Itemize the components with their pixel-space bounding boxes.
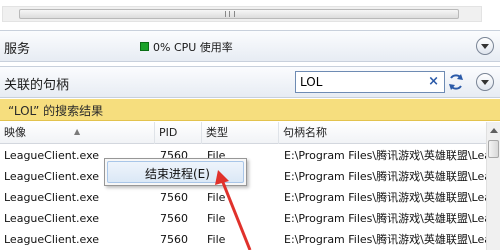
clear-search-icon[interactable]: × <box>428 74 439 89</box>
resource-monitor-window: 服务 0% CPU 使用率 关联的句柄 LOL × “LOL” 的搜索结果 映像… <box>0 0 500 250</box>
cell-type: File <box>207 191 226 204</box>
end-process-menu-item[interactable]: 结束进程(E) <box>107 161 244 183</box>
column-header-handle-name[interactable]: 句柄名称 <box>279 122 486 144</box>
column-header-type[interactable]: 类型 <box>202 122 279 144</box>
cell-handle-name: E:\Program Files\腾讯游戏\英雄联盟\League <box>284 149 486 162</box>
table-header: 映像 ▲ PID 类型 句柄名称 <box>0 122 486 144</box>
grip-icon <box>225 11 235 17</box>
context-menu: 结束进程(E) <box>104 158 247 186</box>
handle-search-input[interactable]: LOL × <box>295 71 445 93</box>
horizontal-scrollbar[interactable] <box>2 6 482 22</box>
table-row[interactable]: LeagueClient.exe 7560 File E:\Program Fi… <box>0 229 486 250</box>
cell-image: LeagueClient.exe <box>4 191 100 204</box>
cell-pid: 7560 <box>160 233 188 246</box>
cpu-usage-indicator-icon <box>140 42 149 51</box>
horizontal-scrollbar-thumb[interactable] <box>19 9 459 19</box>
vertical-scrollbar[interactable] <box>486 122 500 250</box>
column-label: 映像 <box>4 126 26 139</box>
cell-handle-name: E:\Program Files\腾讯游戏\英雄联盟\League <box>284 233 486 246</box>
cell-handle-name: E:\Program Files\腾讯游戏\英雄联盟\League <box>284 212 486 225</box>
cell-handle-name: E:\Program Files\腾讯游戏\英雄联盟\League <box>284 191 486 204</box>
search-results-banner: “LOL” 的搜索结果 <box>0 99 500 121</box>
cell-pid: 7560 <box>160 212 188 225</box>
table-row[interactable]: LeagueClient.exe 7560 File E:\Program Fi… <box>0 208 486 229</box>
top-strip <box>0 0 500 28</box>
column-header-pid[interactable]: PID <box>155 122 202 144</box>
services-title: 服务 <box>4 42 31 57</box>
cpu-usage-label: 0% CPU 使用率 <box>153 41 233 54</box>
cell-image: LeagueClient.exe <box>4 212 100 225</box>
search-refresh-icon[interactable] <box>447 72 465 92</box>
cell-pid: 7560 <box>160 191 188 204</box>
sort-ascending-icon: ▲ <box>74 127 81 136</box>
end-process-label: 结束进程(E) <box>145 167 210 181</box>
cell-handle-name: E:\Program Files\腾讯游戏\英雄联盟\League <box>284 170 486 183</box>
column-header-image[interactable]: 映像 ▲ <box>0 122 155 144</box>
handles-section-header[interactable]: 关联的句柄 LOL × <box>0 66 500 98</box>
services-section-header[interactable]: 服务 0% CPU 使用率 <box>0 30 500 62</box>
search-results-text: “LOL” 的搜索结果 <box>8 104 104 118</box>
vertical-scrollbar-thumb[interactable] <box>488 140 499 158</box>
column-label: 类型 <box>206 126 228 139</box>
handles-title: 关联的句柄 <box>4 78 70 93</box>
cell-type: File <box>207 212 226 225</box>
cell-image: LeagueClient.exe <box>4 233 100 246</box>
expand-collapse-button[interactable] <box>476 73 494 91</box>
expand-collapse-button[interactable] <box>476 37 494 55</box>
scroll-up-arrow-icon[interactable] <box>490 128 498 133</box>
search-value: LOL <box>300 75 323 89</box>
cell-type: File <box>207 233 226 246</box>
column-label: 句柄名称 <box>283 126 327 139</box>
column-label: PID <box>159 126 178 139</box>
table-row[interactable]: LeagueClient.exe 7560 File E:\Program Fi… <box>0 187 486 208</box>
